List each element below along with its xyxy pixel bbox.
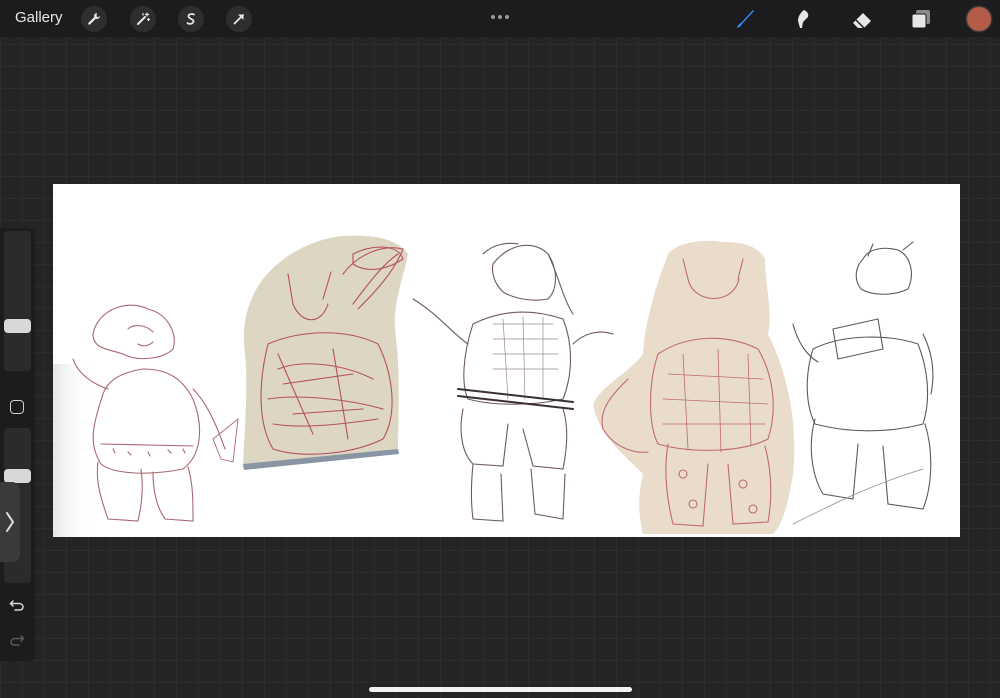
top-toolbar: Gallery bbox=[0, 0, 1000, 37]
character-sketch-2 bbox=[243, 235, 408, 470]
eraser-button[interactable] bbox=[850, 7, 874, 31]
character-sketch-1 bbox=[72, 304, 239, 522]
character-sketch-5 bbox=[792, 241, 934, 525]
sketch-artwork bbox=[53, 235, 934, 537]
chevron-right-icon bbox=[6, 512, 15, 532]
undo-button[interactable] bbox=[9, 598, 25, 617]
transform-button[interactable] bbox=[226, 6, 252, 32]
layers-button[interactable] bbox=[909, 7, 933, 31]
selection-icon bbox=[186, 13, 195, 25]
magic-wand-icon bbox=[137, 12, 151, 25]
transform-arrow-icon bbox=[233, 14, 244, 25]
brush-size-slider[interactable] bbox=[4, 231, 31, 371]
gallery-button[interactable]: Gallery bbox=[15, 9, 63, 26]
character-sketch-3 bbox=[412, 242, 614, 522]
wrench-icon bbox=[88, 12, 100, 25]
layers-icon bbox=[911, 10, 930, 29]
opacity-thumb[interactable] bbox=[4, 468, 31, 483]
redo-button[interactable] bbox=[9, 633, 25, 652]
undo-icon bbox=[9, 600, 24, 611]
left-sidebar bbox=[0, 228, 35, 661]
brush-icon bbox=[737, 10, 754, 28]
sidebar-expand-tab[interactable] bbox=[0, 482, 20, 562]
more-dots-icon bbox=[491, 15, 509, 19]
brush-button[interactable] bbox=[733, 7, 757, 31]
color-swatch-button[interactable] bbox=[967, 7, 991, 31]
adjustments-button[interactable] bbox=[130, 6, 156, 32]
more-options-button[interactable] bbox=[490, 7, 510, 25]
smudge-button[interactable] bbox=[791, 7, 815, 31]
modify-square-icon[interactable] bbox=[10, 400, 24, 414]
home-indicator[interactable] bbox=[369, 687, 632, 692]
character-sketch-4 bbox=[593, 240, 795, 534]
drawing-canvas[interactable] bbox=[53, 184, 960, 537]
brush-size-thumb[interactable] bbox=[4, 319, 31, 334]
selection-button[interactable] bbox=[178, 6, 204, 32]
redo-icon bbox=[10, 635, 25, 646]
eraser-icon bbox=[853, 13, 871, 29]
smudge-icon bbox=[798, 10, 809, 28]
actions-button[interactable] bbox=[81, 6, 107, 32]
